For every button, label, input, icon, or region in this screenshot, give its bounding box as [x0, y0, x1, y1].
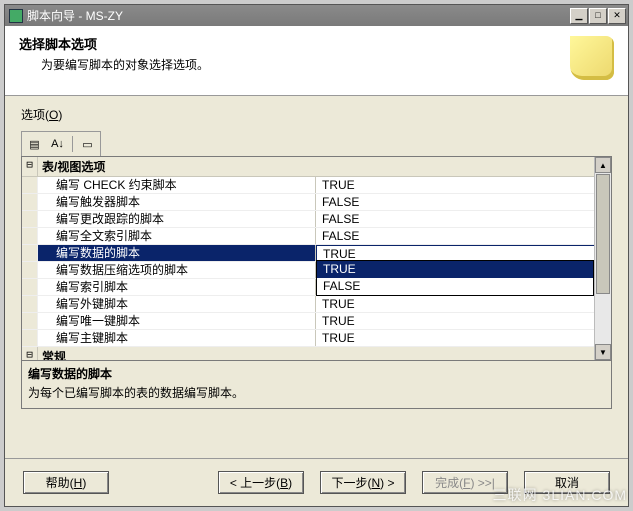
page-title: 选择脚本选项	[19, 34, 570, 53]
table-row[interactable]: 编写唯一键脚本TRUE	[22, 313, 611, 330]
titlebar[interactable]: 脚本向导 - MS-ZY ▁ □ ✕	[5, 5, 628, 26]
page-subtitle: 为要编写脚本的对象选择选项。	[41, 56, 570, 73]
button-bar: 帮助(H) < 上一步(B) 下一步(N) > 完成(F) >>| 取消	[5, 458, 628, 506]
reset-button[interactable]: ▭	[77, 134, 98, 154]
maximize-button[interactable]: □	[589, 8, 607, 24]
scrollbar[interactable]: ▲ ▼	[594, 157, 611, 360]
back-button[interactable]: < 上一步(B)	[218, 471, 304, 494]
table-row[interactable]: 编写更改跟踪的脚本FALSE	[22, 211, 611, 228]
table-row[interactable]: 编写外键脚本TRUE	[22, 296, 611, 313]
description-text: 为每个已编写脚本的表的数据编写脚本。	[28, 384, 605, 401]
description-title: 编写数据的脚本	[28, 365, 605, 382]
cancel-button[interactable]: 取消	[524, 471, 610, 494]
sort-button[interactable]: A↓	[47, 134, 68, 154]
app-icon	[9, 9, 23, 23]
table-row[interactable]: 编写 CHECK 约束脚本TRUE	[22, 177, 611, 194]
categorize-button[interactable]: ▤	[24, 134, 45, 154]
dropdown-option[interactable]: TRUE	[317, 261, 593, 278]
collapse-icon[interactable]: ⊟	[22, 157, 38, 176]
category-row[interactable]: ⊟ 常规	[22, 347, 611, 361]
value-dropdown[interactable]: TRUE FALSE	[316, 260, 594, 296]
scroll-down-icon[interactable]: ▼	[595, 344, 611, 360]
options-label: 选项(O)	[21, 106, 612, 123]
grid-toolbar: ▤ A↓ ▭	[21, 131, 101, 156]
table-row[interactable]: 编写全文索引脚本FALSE	[22, 228, 611, 245]
finish-button: 完成(F) >>|	[422, 471, 508, 494]
scroll-thumb[interactable]	[596, 174, 610, 294]
window-title: 脚本向导 - MS-ZY	[27, 7, 570, 24]
help-button[interactable]: 帮助(H)	[23, 471, 109, 494]
minimize-button[interactable]: ▁	[570, 8, 588, 24]
header-pane: 选择脚本选项 为要编写脚本的对象选择选项。	[5, 26, 628, 96]
table-row[interactable]: 编写主键脚本TRUE	[22, 330, 611, 347]
table-row[interactable]: 编写触发器脚本FALSE	[22, 194, 611, 211]
dropdown-option[interactable]: FALSE	[317, 278, 593, 295]
scroll-up-icon[interactable]: ▲	[595, 157, 611, 173]
close-button[interactable]: ✕	[608, 8, 626, 24]
category-row[interactable]: ⊟ 表/视图选项	[22, 157, 611, 177]
collapse-icon[interactable]: ⊟	[22, 347, 38, 361]
scroll-icon	[570, 36, 614, 80]
next-button[interactable]: 下一步(N) >	[320, 471, 406, 494]
property-grid[interactable]: ⊟ 表/视图选项 编写 CHECK 约束脚本TRUE 编写触发器脚本FALSE …	[21, 156, 612, 361]
wizard-window: 脚本向导 - MS-ZY ▁ □ ✕ 选择脚本选项 为要编写脚本的对象选择选项。…	[4, 4, 629, 507]
description-pane: 编写数据的脚本 为每个已编写脚本的表的数据编写脚本。	[21, 361, 612, 409]
